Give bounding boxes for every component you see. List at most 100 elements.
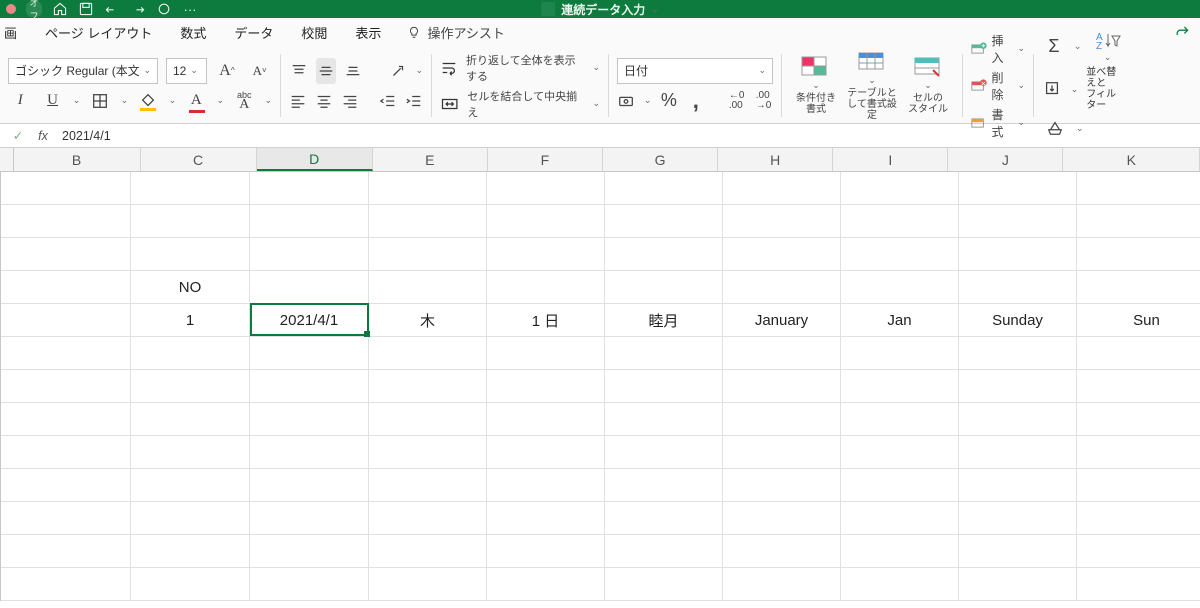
title-chevron-icon[interactable]: ⌄ — [651, 4, 659, 15]
cell[interactable] — [131, 568, 250, 601]
cell[interactable]: Jan — [841, 304, 959, 337]
cell[interactable] — [369, 568, 487, 601]
cell[interactable] — [487, 238, 605, 271]
comma-button[interactable]: , — [686, 88, 705, 114]
cell-styles-button[interactable]: ⌄ セルの スタイル — [902, 56, 954, 115]
cell[interactable] — [723, 238, 841, 271]
cell[interactable] — [1077, 403, 1200, 436]
chevron-down-icon[interactable]: ⌄ — [217, 95, 225, 106]
refresh-icon[interactable] — [156, 1, 172, 17]
font-size-select[interactable]: 12 ⌄ — [166, 58, 207, 84]
column-header-H[interactable]: H — [718, 148, 833, 171]
cell[interactable] — [487, 205, 605, 238]
chevron-down-icon[interactable]: ⌄ — [121, 95, 129, 106]
more-icon[interactable]: ··· — [182, 1, 198, 17]
cell[interactable] — [959, 337, 1077, 370]
formula-input[interactable]: 2021/4/1 — [58, 129, 1200, 143]
column-header-D[interactable]: D — [257, 148, 373, 171]
cell[interactable] — [131, 172, 250, 205]
cell[interactable] — [131, 205, 250, 238]
fx-label[interactable]: fx — [28, 129, 58, 143]
cell[interactable] — [1077, 172, 1200, 205]
cell[interactable] — [250, 271, 369, 304]
cell[interactable] — [723, 469, 841, 502]
cell[interactable] — [250, 370, 369, 403]
cell[interactable]: 木 — [369, 304, 487, 337]
cell[interactable] — [959, 172, 1077, 205]
font-color-button[interactable]: A — [184, 88, 208, 114]
cell[interactable] — [605, 238, 723, 271]
cell[interactable] — [841, 205, 959, 238]
cell[interactable] — [959, 469, 1077, 502]
align-top-button[interactable] — [289, 58, 308, 84]
cell[interactable] — [487, 403, 605, 436]
cell[interactable] — [250, 436, 369, 469]
cell[interactable] — [959, 205, 1077, 238]
autosum-button[interactable]: Σ — [1042, 34, 1066, 60]
cell[interactable]: Sun — [1077, 304, 1200, 337]
cell[interactable]: NO — [131, 271, 250, 304]
cell[interactable] — [605, 403, 723, 436]
column-header-F[interactable]: F — [488, 148, 603, 171]
cell[interactable] — [723, 568, 841, 601]
conditional-format-button[interactable]: ⌄ 条件付き 書式 — [790, 56, 842, 115]
align-middle-button[interactable] — [316, 58, 335, 84]
cell[interactable] — [959, 568, 1077, 601]
cell[interactable] — [487, 436, 605, 469]
cell[interactable] — [841, 502, 959, 535]
cell[interactable] — [369, 469, 487, 502]
cell[interactable] — [605, 568, 723, 601]
tell-me[interactable]: 操作アシスト — [397, 17, 514, 48]
cell[interactable] — [959, 535, 1077, 568]
tab-draw[interactable]: 画 — [0, 17, 29, 48]
align-bottom-button[interactable] — [344, 58, 363, 84]
cell[interactable] — [723, 205, 841, 238]
column-header-J[interactable]: J — [948, 148, 1063, 171]
cell[interactable] — [1077, 370, 1200, 403]
cell[interactable] — [841, 403, 959, 436]
merge-cells-button[interactable]: セルを結合して中央揃え ⌄ — [440, 88, 600, 120]
chevron-down-icon[interactable]: ⌄ — [169, 95, 177, 106]
cell[interactable] — [1077, 502, 1200, 535]
cell[interactable] — [1077, 535, 1200, 568]
cell[interactable] — [131, 403, 250, 436]
cell[interactable] — [1077, 271, 1200, 304]
cell[interactable] — [959, 271, 1077, 304]
chevron-down-icon[interactable]: ⌄ — [644, 95, 652, 106]
redo-icon[interactable] — [130, 1, 146, 17]
cell[interactable] — [250, 337, 369, 370]
cell[interactable] — [605, 535, 723, 568]
cell[interactable] — [250, 205, 369, 238]
cell[interactable] — [959, 370, 1077, 403]
column-header-K[interactable]: K — [1063, 148, 1200, 171]
indent-decrease-button[interactable] — [379, 88, 397, 114]
cell[interactable] — [369, 205, 487, 238]
cell[interactable]: 1 日 — [487, 304, 605, 337]
cell[interactable] — [487, 568, 605, 601]
align-center-button[interactable] — [315, 88, 333, 114]
cell[interactable] — [959, 436, 1077, 469]
cell[interactable] — [369, 271, 487, 304]
cell[interactable]: 1 — [131, 304, 250, 337]
cell[interactable] — [369, 535, 487, 568]
column-header-C[interactable]: C — [141, 148, 257, 171]
cell[interactable] — [369, 436, 487, 469]
cell[interactable] — [250, 238, 369, 271]
cell[interactable] — [605, 205, 723, 238]
cell[interactable] — [841, 568, 959, 601]
cell[interactable] — [1, 271, 131, 304]
cell[interactable] — [605, 337, 723, 370]
cell[interactable] — [487, 535, 605, 568]
cell[interactable] — [723, 271, 841, 304]
tab-page-layout[interactable]: ページ レイアウト — [33, 17, 164, 48]
cell[interactable] — [1077, 238, 1200, 271]
share-button[interactable] — [1164, 17, 1200, 48]
cell[interactable] — [959, 403, 1077, 436]
cell[interactable] — [723, 535, 841, 568]
chevron-down-icon[interactable]: ⌄ — [1071, 84, 1079, 95]
borders-button[interactable] — [88, 88, 112, 114]
phonetic-button[interactable]: abcA — [232, 88, 256, 114]
fx-confirm-icon[interactable]: ✓ — [8, 126, 28, 146]
font-grow-button[interactable]: A^ — [215, 58, 240, 84]
cell[interactable] — [723, 502, 841, 535]
